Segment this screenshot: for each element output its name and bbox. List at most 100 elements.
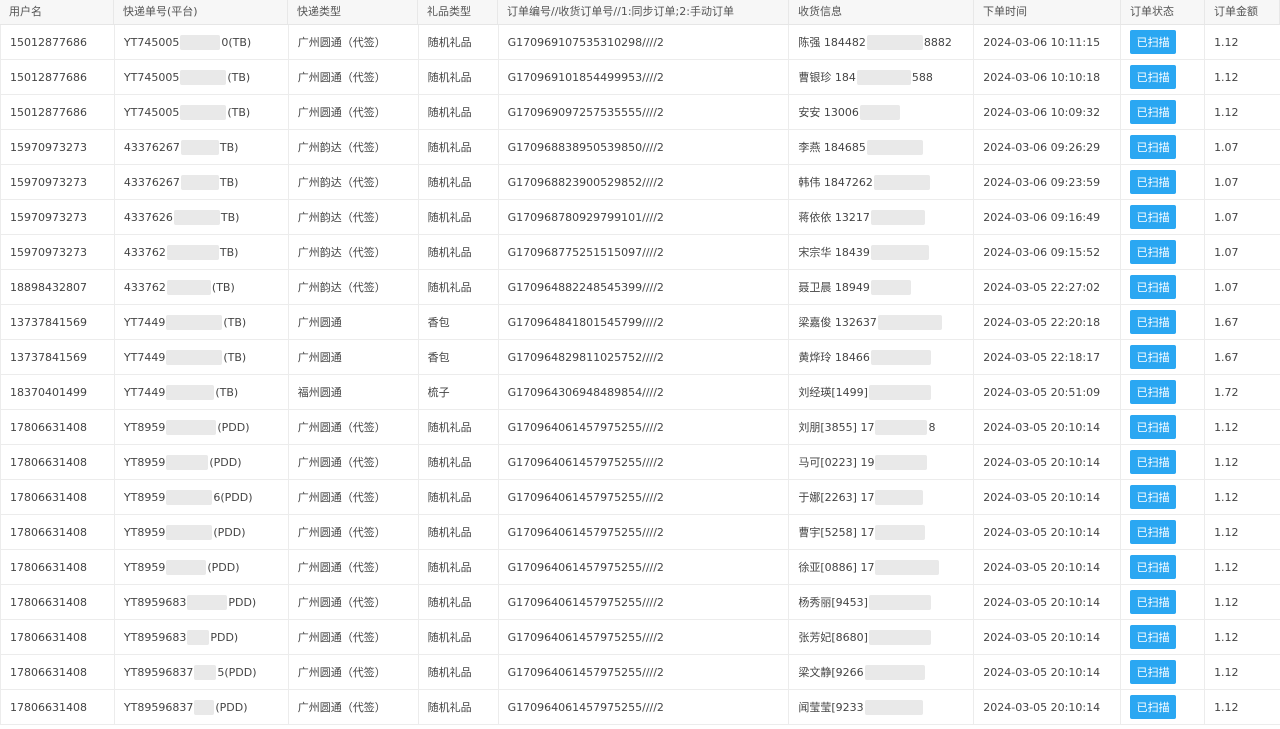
tracking-prefix: YT89596837 — [123, 700, 194, 714]
scanned-button[interactable]: 已扫描 — [1130, 310, 1177, 334]
header-gift-type[interactable]: 礼品类型 — [418, 0, 498, 24]
express-type-cell: 广州圆通（代签） — [289, 585, 419, 619]
scanned-button[interactable]: 已扫描 — [1130, 520, 1177, 544]
tracking-prefix: 43376267 — [123, 140, 180, 154]
order-time-cell: 2024-03-05 22:20:18 — [974, 305, 1122, 339]
gift-type-cell: 随机礼品 — [419, 410, 499, 444]
table-row[interactable]: 15012877686 YT745005 (TB) 广州圆通（代签） 随机礼品 … — [0, 60, 1280, 95]
redaction-blur — [180, 69, 227, 85]
header-receiver[interactable]: 收货信息 — [789, 0, 974, 24]
amount-cell: 1.67 — [1214, 315, 1239, 329]
tracking-cell: YT745005 0(TB) — [115, 25, 289, 59]
scanned-button[interactable]: 已扫描 — [1130, 205, 1177, 229]
header-express-type[interactable]: 快递类型 — [288, 0, 418, 24]
receiver-cell: 陈强 184482 8882 — [789, 25, 975, 59]
table-row[interactable]: 17806631408 YT8959683 PDD) 广州圆通（代签） 随机礼品… — [0, 585, 1280, 620]
header-order-number[interactable]: 订单编号//收货订单号//1:同步订单;2:手动订单 — [498, 0, 789, 24]
table-row[interactable]: 15012877686 YT745005 0(TB) 广州圆通（代签） 随机礼品… — [0, 25, 1280, 60]
amount-cell: 1.12 — [1214, 420, 1239, 434]
user-cell: 17806631408 — [1, 445, 115, 479]
redaction-blur — [864, 664, 925, 680]
amount-cell: 1.12 — [1214, 455, 1239, 469]
header-tracking[interactable]: 快递单号(平台) — [114, 0, 288, 24]
express-type-cell: 广州韵达（代签） — [289, 235, 419, 269]
tracking-prefix: 433762 — [123, 280, 166, 294]
amount-cell: 1.12 — [1214, 490, 1239, 504]
receiver-prefix: 梁嘉俊 132637 — [798, 316, 877, 329]
scanned-button[interactable]: 已扫描 — [1130, 65, 1177, 89]
redaction-blur — [180, 34, 221, 50]
tracking-cell: 433762 (TB) — [115, 270, 289, 304]
scanned-button[interactable]: 已扫描 — [1130, 380, 1177, 404]
gift-type-cell: 随机礼品 — [419, 550, 499, 584]
table-row[interactable]: 18370401499 YT7449 (TB) 福州圆通 梳子 G1709643… — [0, 375, 1280, 410]
scanned-button[interactable]: 已扫描 — [1130, 450, 1177, 474]
status-cell: 已扫描 — [1121, 95, 1206, 129]
receiver-prefix: 闻莹莹[9233 — [798, 701, 864, 714]
table-row[interactable]: 17806631408 YT8959 6(PDD) 广州圆通（代签） 随机礼品 … — [0, 480, 1280, 515]
redaction-blur — [875, 524, 926, 540]
order-number-cell: G170968780929799101////2 — [499, 200, 790, 234]
table-row[interactable]: 17806631408 YT8959 (PDD) 广州圆通（代签） 随机礼品 G… — [0, 550, 1280, 585]
receiver-cell: 宋宗华 18439 — [789, 235, 975, 269]
user-cell: 17806631408 — [1, 515, 115, 549]
scanned-button[interactable]: 已扫描 — [1130, 345, 1177, 369]
redaction-blur — [194, 699, 215, 715]
user-cell: 17806631408 — [1, 690, 115, 724]
tracking-suffix: 0(TB) — [221, 35, 252, 49]
table-row[interactable]: 15970973273 43376267 TB) 广州韵达（代签） 随机礼品 G… — [0, 130, 1280, 165]
redaction-blur — [180, 174, 219, 190]
table-row[interactable]: 18898432807 433762 (TB) 广州韵达（代签） 随机礼品 G1… — [0, 270, 1280, 305]
table-row[interactable]: 17806631408 YT8959683 PDD) 广州圆通（代签） 随机礼品… — [0, 620, 1280, 655]
tracking-suffix: (TB) — [227, 105, 251, 119]
table-row[interactable]: 13737841569 YT7449 (TB) 广州圆通 香包 G1709648… — [0, 340, 1280, 375]
scanned-button[interactable]: 已扫描 — [1130, 415, 1177, 439]
redaction-blur — [866, 34, 923, 50]
table-row[interactable]: 17806631408 YT8959 (PDD) 广州圆通（代签） 随机礼品 G… — [0, 410, 1280, 445]
header-order-time[interactable]: 下单时间 — [974, 0, 1121, 24]
scanned-button[interactable]: 已扫描 — [1130, 30, 1177, 54]
scanned-button[interactable]: 已扫描 — [1130, 590, 1177, 614]
header-user[interactable]: 用户名 — [0, 0, 114, 24]
order-number-cell: G170964061457975255////2 — [499, 515, 790, 549]
table-row[interactable]: 15012877686 YT745005 (TB) 广州圆通（代签） 随机礼品 … — [0, 95, 1280, 130]
table-row[interactable]: 17806631408 YT89596837 (PDD) 广州圆通（代签） 随机… — [0, 690, 1280, 725]
tracking-prefix: YT745005 — [123, 35, 180, 49]
amount-cell: 1.12 — [1214, 665, 1239, 679]
order-number-cell: G170968823900529852////2 — [499, 165, 790, 199]
redaction-blur — [868, 384, 931, 400]
scanned-button[interactable]: 已扫描 — [1130, 555, 1177, 579]
scanned-button[interactable]: 已扫描 — [1130, 625, 1177, 649]
table-row[interactable]: 17806631408 YT8959 (PDD) 广州圆通（代签） 随机礼品 G… — [0, 445, 1280, 480]
scanned-button[interactable]: 已扫描 — [1130, 240, 1177, 264]
receiver-cell: 杨秀丽[9453] — [789, 585, 975, 619]
amount-cell: 1.72 — [1214, 385, 1239, 399]
amount-cell: 1.12 — [1214, 700, 1239, 714]
redaction-blur — [870, 209, 925, 225]
table-row[interactable]: 13737841569 YT7449 (TB) 广州圆通 香包 G1709648… — [0, 305, 1280, 340]
tracking-cell: YT7449 (TB) — [115, 305, 289, 339]
receiver-cell: 李燕 184685 — [789, 130, 975, 164]
table-header: 用户名 快递单号(平台) 快递类型 礼品类型 订单编号//收货订单号//1:同步… — [0, 0, 1280, 25]
header-status[interactable]: 订单状态 — [1121, 0, 1205, 24]
gift-type-cell: 随机礼品 — [419, 480, 499, 514]
scanned-button[interactable]: 已扫描 — [1130, 275, 1177, 299]
table-row[interactable]: 17806631408 YT8959 (PDD) 广州圆通（代签） 随机礼品 G… — [0, 515, 1280, 550]
table-row[interactable]: 15970973273 433762 TB) 广州韵达（代签） 随机礼品 G17… — [0, 235, 1280, 270]
table-row[interactable]: 17806631408 YT89596837 5(PDD) 广州圆通（代签） 随… — [0, 655, 1280, 690]
header-amount[interactable]: 订单金额 — [1205, 0, 1280, 24]
table-row[interactable]: 15970973273 4337626 TB) 广州韵达（代签） 随机礼品 G1… — [0, 200, 1280, 235]
tracking-cell: YT7449 (TB) — [115, 340, 289, 374]
tracking-cell: YT8959 (PDD) — [115, 410, 289, 444]
scanned-button[interactable]: 已扫描 — [1130, 170, 1177, 194]
scanned-button[interactable]: 已扫描 — [1130, 100, 1177, 124]
scanned-button[interactable]: 已扫描 — [1130, 660, 1177, 684]
table-row[interactable]: 15970973273 43376267 TB) 广州韵达（代签） 随机礼品 G… — [0, 165, 1280, 200]
scanned-button[interactable]: 已扫描 — [1130, 485, 1177, 509]
amount-cell: 1.12 — [1214, 35, 1239, 49]
tracking-suffix: (TB) — [211, 280, 235, 294]
express-type-cell: 广州圆通 — [289, 340, 419, 374]
express-type-cell: 广州韵达（代签） — [289, 165, 419, 199]
scanned-button[interactable]: 已扫描 — [1130, 695, 1177, 719]
scanned-button[interactable]: 已扫描 — [1130, 135, 1177, 159]
